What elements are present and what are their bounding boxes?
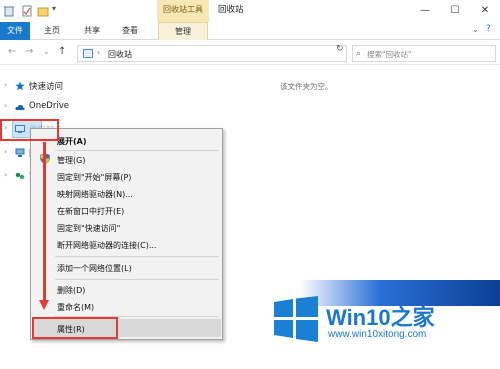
chevron-right-icon[interactable]: › [4,101,7,110]
recent-locations-button[interactable]: ⌄ [43,47,50,56]
sidebar-item-label: 快速访问 [29,82,64,92]
ribbon-expand-icon[interactable]: ⌄ [472,25,479,34]
watermark-brand: Win10之家 [326,300,435,332]
menu-item-expand[interactable]: 展开(A) [57,136,87,147]
this-pc-annotation-box [0,119,59,141]
menu-item-add-network-location[interactable]: 添加一个网络位置(L) [57,263,132,274]
menu-item-pin-to-start[interactable]: 固定到"开始"屏幕(P) [57,172,131,183]
annotation-arrow-head [39,300,49,310]
menu-item-disconnect-network-drive[interactable]: 断开网络驱动器的连接(C)... [57,240,156,251]
tab-manage[interactable]: 管理 [158,22,208,40]
up-button[interactable]: ↑ [58,46,66,57]
watermark-brand-prefix: Win10 [326,305,391,330]
menu-item-open-new-window[interactable]: 在新窗口中打开(E) [57,206,124,217]
recycle-bin-icon[interactable] [3,5,15,17]
menu-separator [55,256,219,257]
ribbon-tabs: 文件 主页 共享 查看 管理 ⌄ ? [0,22,500,40]
breadcrumb[interactable]: 回收站 [108,49,132,60]
empty-folder-message: 该文件夹为空。 [280,82,333,91]
chevron-right-icon[interactable]: › [4,80,7,89]
tab-view[interactable]: 查看 [118,22,142,40]
context-menu: 展开(A) 管理(G) 固定到"开始"屏幕(P) 映射网络驱动器(N)... 在… [30,128,223,340]
sidebar-item-quick-access[interactable]: › 快速访问 [0,77,110,95]
sidebar-item-label: OneDrive [29,101,69,111]
breadcrumb-separator: › [97,48,101,57]
tab-share[interactable]: 共享 [80,22,104,40]
watermark-url: www.win10xitong.com [328,329,427,340]
network-icon [15,148,25,157]
back-button[interactable]: ← [8,46,16,57]
menu-separator [55,150,219,151]
recycle-bin-icon [83,49,93,58]
forward-button[interactable]: → [25,46,33,57]
properties-annotation-box [32,317,118,339]
menu-item-manage[interactable]: 管理(G) [57,155,85,166]
tab-file[interactable]: 文件 [0,22,30,40]
sidebar-item-onedrive[interactable]: › OneDrive [0,98,110,116]
search-placeholder: 搜索"回收站" [367,50,412,59]
properties-icon[interactable] [21,5,33,17]
menu-item-rename[interactable]: 重命名(M) [57,302,94,313]
chevron-right-icon[interactable]: › [4,147,7,156]
menu-item-delete[interactable]: 删除(D) [57,285,85,296]
window-title: 回收站 [218,5,244,15]
menu-separator [55,279,219,280]
star-icon [15,81,25,91]
recycle-bin-tools-tab[interactable]: 回收站工具 [157,0,209,22]
search-input[interactable]: ⌕ 搜索"回收站" [352,45,496,62]
windows-logo-icon [274,296,318,342]
watermark-brand-suffix: 之家 [390,305,435,330]
qat-customize-icon[interactable]: ▾ [52,4,64,16]
title-bar: ▾ 回收站工具 回收站 — ☐ ✕ [0,0,500,22]
menu-item-pin-quick-access[interactable]: 固定到"快速访问" [57,223,120,234]
tab-home[interactable]: 主页 [40,22,64,40]
menu-item-map-network-drive[interactable]: 映射网络驱动器(N)... [57,189,133,200]
help-icon[interactable]: ? [486,24,491,34]
homegroup-icon [15,172,25,180]
search-icon: ⌕ [356,49,362,59]
new-folder-icon[interactable] [37,5,49,17]
address-bar-row: ← → ⌄ ↑ › 回收站 ⌄ ↻ ⌕ 搜索"回收站" [0,41,500,65]
minimize-button[interactable]: — [410,0,440,22]
annotation-arrow-line [43,142,46,304]
close-button[interactable]: ✕ [470,0,500,22]
refresh-icon[interactable]: ↻ [336,44,344,54]
chevron-right-icon[interactable]: › [4,170,7,179]
maximize-button[interactable]: ☐ [440,0,470,22]
cloud-icon [15,104,25,110]
address-bar[interactable]: › 回收站 ⌄ [77,45,410,62]
